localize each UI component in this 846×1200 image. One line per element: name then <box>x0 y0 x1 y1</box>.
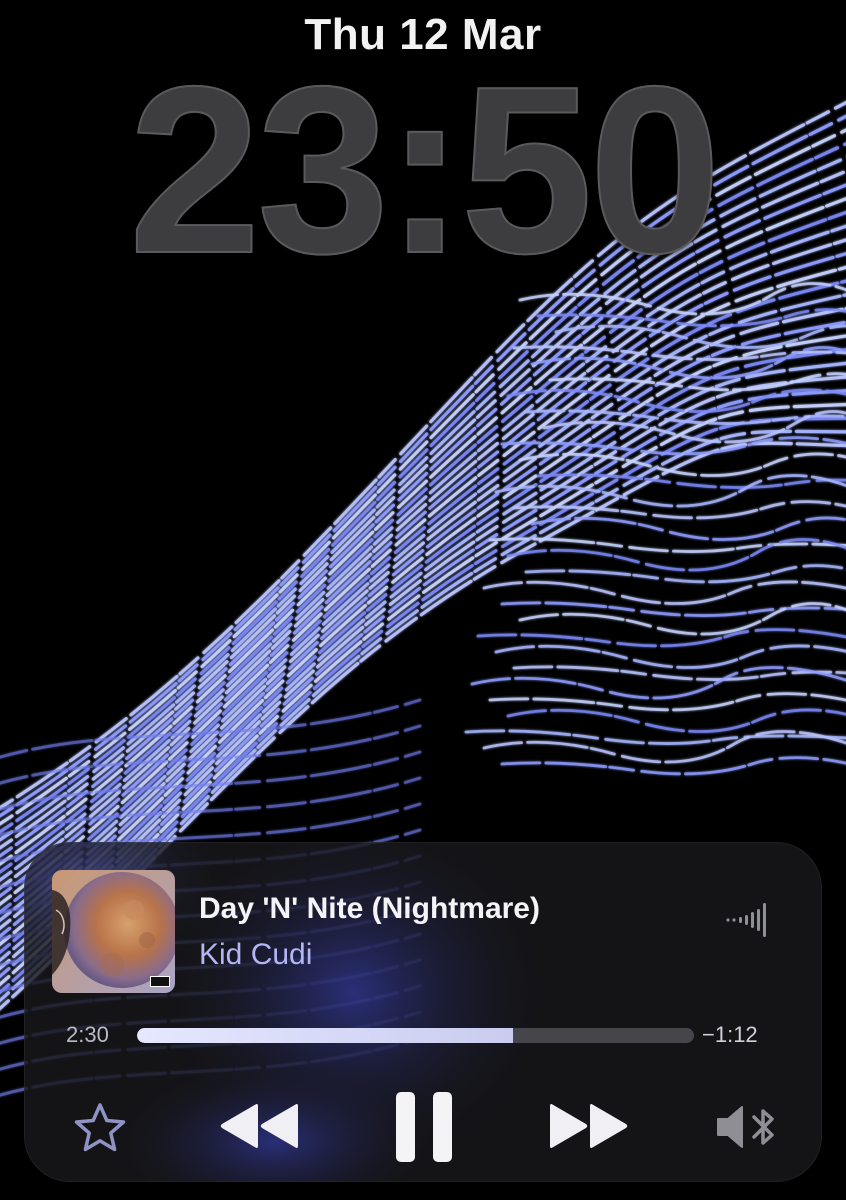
rewind-icon <box>220 1104 298 1148</box>
pause-button[interactable] <box>394 1088 454 1166</box>
playback-progress-fill <box>137 1028 513 1043</box>
lockscreen-clock: 23:50 <box>128 38 723 303</box>
album-art-moon-image <box>52 870 175 993</box>
fast-forward-icon <box>550 1104 628 1148</box>
playback-scrubber[interactable] <box>137 1028 694 1043</box>
pause-icon <box>396 1092 452 1162</box>
remaining-time: −1:12 <box>702 1022 758 1047</box>
speaker-bluetooth-icon <box>717 1106 774 1148</box>
next-track-button[interactable] <box>546 1100 630 1152</box>
track-title[interactable]: Day 'N' Nite (Nightmare) <box>199 892 540 926</box>
previous-track-button[interactable] <box>218 1100 302 1152</box>
audio-output-button[interactable] <box>714 1102 784 1152</box>
album-artwork[interactable] <box>52 870 175 993</box>
elapsed-time: 2:30 <box>66 1022 109 1047</box>
favorite-button[interactable] <box>70 1100 130 1156</box>
audio-level-icon[interactable] <box>724 900 774 940</box>
star-icon <box>74 1103 126 1152</box>
track-artist[interactable]: Kid Cudi <box>199 938 312 972</box>
now-playing-widget[interactable]: Day 'N' Nite (Nightmare) Kid Cudi 2:30 −… <box>24 842 822 1182</box>
